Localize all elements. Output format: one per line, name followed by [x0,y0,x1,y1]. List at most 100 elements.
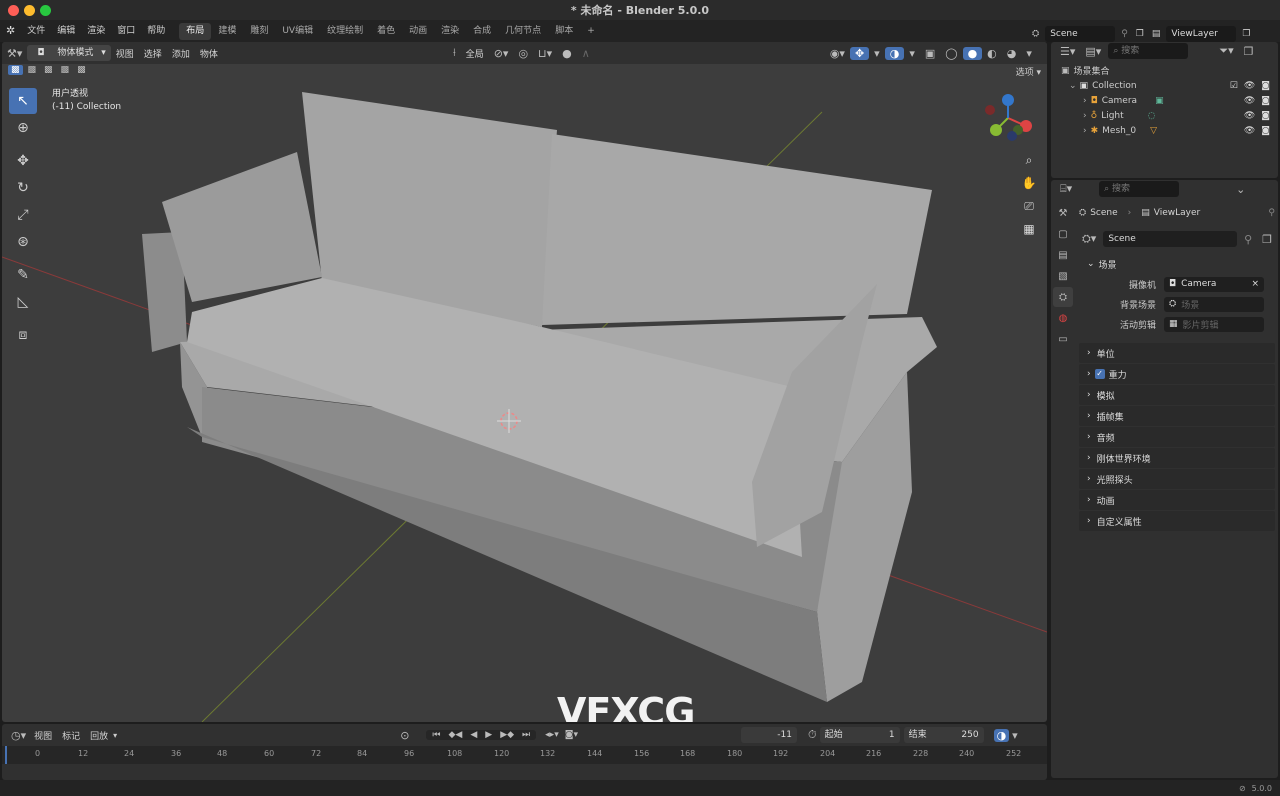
select-box-icon[interactable]: ↖ [9,88,37,114]
outliner-row-light[interactable]: › ♁ Light ◌ 👁 ◙ [1051,108,1278,123]
expand-chevron-icon[interactable]: ⌄ [1069,81,1077,91]
autokey-icon[interactable]: ⊙ [397,729,412,742]
scale-tool-icon[interactable]: ⤢ [9,202,37,228]
zoom-window-button[interactable] [40,5,51,16]
timeline-editor-type-icon[interactable]: ◷▾ [8,729,29,742]
mesh-data-icon[interactable]: ▽ [1150,126,1157,136]
sync-icon[interactable]: ◑ [993,728,1010,742]
fake-user-icon[interactable]: ⚲ [1241,233,1255,246]
keyframe-type-icon[interactable]: ◙▾ [562,730,581,740]
timeline-menu-marker[interactable]: 标记 [57,729,85,742]
select-extend-icon[interactable]: ▩ [25,65,40,75]
scene-section-header[interactable]: ⌄ 场景 [1079,254,1275,274]
render-camera-icon[interactable]: ◙ [1261,111,1270,121]
camera-data-icon[interactable]: ▣ [1155,96,1164,106]
transform-orientation-icon[interactable]: ⟊ [448,46,461,60]
menu-window[interactable]: 窗口 [111,20,141,42]
tab-layout[interactable]: 布局 [179,22,212,40]
perspective-toggle-icon[interactable]: ▦ [1019,219,1039,239]
stopwatch-icon[interactable]: ⏱ [805,728,820,742]
outliner-row-mesh[interactable]: › ✱ Mesh_0 ▽ 👁 ◙ [1051,123,1278,138]
expand-chevron-icon[interactable]: › [1083,111,1087,121]
tab-texture-paint[interactable]: 纹理绘制 [320,20,370,42]
tab-rendering[interactable]: 渲染 [434,20,466,42]
output-tab-icon[interactable]: ▤ [1053,245,1073,265]
section-custom-properties[interactable]: › 自定义属性 [1079,511,1275,531]
menu-render[interactable]: 渲染 [81,20,111,42]
frame-ruler[interactable]: 0 12 24 36 48 60 72 84 96 108 120 132 14… [2,746,1047,764]
outliner-row-scene-collection[interactable]: ▣ 场景集合 [1051,63,1278,78]
jump-end-icon[interactable]: ⏭ [519,730,533,740]
section-simulation[interactable]: › 模拟 [1079,385,1275,405]
rendered-shading-icon[interactable]: ◕ [1002,47,1022,60]
editor-type-icon[interactable]: ⚒▾ [2,47,27,60]
tool-tab-icon[interactable]: ⚒ [1053,203,1073,223]
proportional-edit-icon[interactable]: ● [557,47,577,60]
view-layer-selector[interactable]: ViewLayer [1166,26,1237,42]
background-scene-field[interactable]: ⛭ 场景 [1164,296,1264,312]
camera-property-field[interactable]: ◘ Camera × [1164,276,1264,292]
outliner-panel[interactable]: ☰▾ ▤▾ ⌕ 搜索 ⏷▾ ❐ ▣ 场景集合 ⌄ ▣ Collection ☑ 👁… [1051,42,1278,178]
prev-keyframe-icon[interactable]: ◆◀ [446,730,466,740]
expand-chevron-icon[interactable]: › [1083,126,1087,136]
timeline-menu-view[interactable]: 视图 [29,729,57,742]
falloff-icon[interactable]: ∧ [577,47,595,60]
menu-object[interactable]: 物体 [195,47,223,60]
end-frame-field[interactable]: 结束 250 [903,727,984,743]
visibility-eye-icon[interactable]: 👁 [1244,96,1255,106]
include-checkbox-icon[interactable]: ☑ [1230,81,1238,91]
solid-shading-icon[interactable]: ● [962,46,983,60]
menu-view[interactable]: 视图 [111,47,139,60]
transform-tool-icon[interactable]: ⊛ [9,229,37,255]
add-workspace-button[interactable]: + [580,20,602,42]
scene-datablock-field[interactable]: Scene [1103,231,1238,247]
3d-viewport[interactable]: ⚒▾ ◘ 物体模式 ▾ 视图 选择 添加 物体 ⟊ 全局 ⊘▾ ◎ ⊔▾ ● ∧… [2,42,1047,722]
select-intersect-icon[interactable]: ▩ [74,65,89,75]
tab-animation[interactable]: 动画 [402,20,434,42]
start-frame-field[interactable]: 起始 1 [819,727,900,743]
expand-chevron-icon[interactable]: › [1083,96,1087,106]
snap-target-icon[interactable]: ⊔▾ [533,47,557,60]
tab-shading[interactable]: 着色 [370,20,402,42]
scene-selector[interactable]: Scene [1045,26,1116,42]
outliner-search-input[interactable]: ⌕ 搜索 [1108,43,1189,59]
properties-search-input[interactable]: ⌕ 搜索 [1099,181,1180,197]
close-window-button[interactable] [8,5,19,16]
properties-options-icon[interactable]: ⌄ [1233,183,1248,196]
zoom-icon[interactable]: ⌕ [1019,150,1039,170]
outliner-row-camera[interactable]: › ◘ Camera ▣ 👁 ◙ [1051,93,1278,108]
overlay-toggle-icon[interactable]: ◑ [884,46,905,60]
tab-compositing[interactable]: 合成 [466,20,498,42]
menu-add[interactable]: 添加 [167,47,195,60]
select-invert-icon[interactable]: ▩ [58,65,73,75]
menu-help[interactable]: 帮助 [141,20,171,42]
properties-editor-icon[interactable]: ⌸▾ [1057,182,1075,196]
timeline-menu-playback[interactable]: 回放 [85,729,113,742]
render-camera-icon[interactable]: ◙ [1261,96,1270,106]
options-menu[interactable]: 选项 ▾ [1016,65,1041,78]
select-subtract-icon[interactable]: ▩ [41,65,56,75]
visibility-eye-icon[interactable]: 👁 [1244,111,1255,121]
tab-modeling[interactable]: 建模 [211,20,243,42]
next-keyframe-icon[interactable]: ▶◆ [497,730,517,740]
rotate-tool-icon[interactable]: ↻ [9,175,37,201]
shading-dropdown-icon[interactable]: ▾ [1021,47,1037,60]
play-icon[interactable]: ▶ [482,730,495,740]
section-rigid-body-world[interactable]: › 刚体世界环境 [1079,448,1275,468]
collection-tab-icon[interactable]: ▭ [1053,329,1073,349]
wireframe-shading-icon[interactable]: ◯ [940,47,962,60]
gizmo-toggle-icon[interactable]: ✥ [849,46,870,60]
outliner-editor-icon[interactable]: ☰▾ [1057,45,1078,58]
filter-icon[interactable]: ⏷▾ [1216,44,1236,58]
light-data-icon[interactable]: ◌ [1148,111,1156,121]
jump-start-icon[interactable]: ⏮ [429,730,443,740]
pan-hand-icon[interactable]: ✋ [1019,173,1039,193]
properties-panel[interactable]: ⌸▾ ⌕ 搜索 ⌄ ⚒ ▢ ▤ ▧ ⛭ ◍ ▭ ⛭ Scene › ▤ View… [1051,180,1278,778]
clear-x-icon[interactable]: × [1251,279,1259,289]
play-reverse-icon[interactable]: ◀ [467,730,480,740]
view-layer-tab-icon[interactable]: ▧ [1053,266,1073,286]
render-camera-icon[interactable]: ◙ [1261,81,1270,91]
world-tab-icon[interactable]: ◍ [1053,308,1073,328]
new-collection-icon[interactable]: ❐ [1241,45,1257,58]
move-tool-icon[interactable]: ✥ [9,148,37,174]
